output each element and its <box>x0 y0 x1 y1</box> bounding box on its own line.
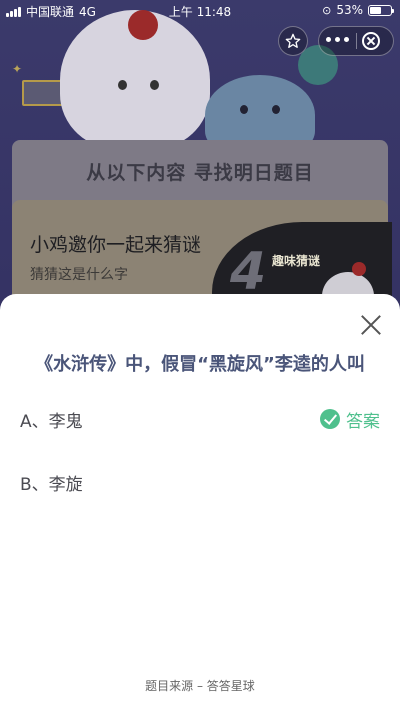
star-icon[interactable] <box>278 26 308 56</box>
close-circle-icon[interactable] <box>362 32 380 50</box>
card-subtitle: 猜猜这是什么字 <box>30 267 128 283</box>
mascot-eye-right <box>272 105 280 114</box>
option-b[interactable]: B、李旋 <box>20 462 380 502</box>
thumb-label: 趣味猜谜 <box>272 254 321 268</box>
thumb-glyph: 4 <box>230 242 267 302</box>
battery-icon <box>368 4 394 16</box>
option-a[interactable]: A、李鬼 答案 <box>20 399 380 439</box>
question-sheet: 《水浒传》中，假冒“黑旋风”李逵的人叫 A、李鬼 答案 B、李旋 题目来源 – … <box>0 294 400 711</box>
source-footer: 题目来源 – 答答星球 <box>145 679 255 693</box>
status-bar: 中国联通 4G 上午 11:48 ⊙ 53% <box>0 0 400 20</box>
orientation-lock-icon: ⊙ <box>322 3 332 17</box>
check-circle-icon <box>320 409 340 429</box>
card-title: 从以下内容 寻找明日题目 <box>86 162 314 184</box>
answer-label: 答案 <box>346 411 380 432</box>
thumb-chick-comb <box>352 262 366 276</box>
more-dots-icon[interactable] <box>326 37 349 42</box>
option-b-label: B、李旋 <box>20 474 83 495</box>
close-icon[interactable] <box>360 314 382 336</box>
chick-eye-right <box>150 80 159 90</box>
battery-percent: 53% <box>336 3 363 17</box>
answer-tag: 答案 <box>320 407 380 432</box>
mascot-eye-left <box>240 105 248 114</box>
capsule-divider <box>356 33 357 49</box>
option-a-label: A、李鬼 <box>20 411 83 432</box>
chick-eye-left <box>118 80 127 90</box>
card-heading: 小鸡邀你一起来猜谜 <box>30 234 202 256</box>
sparkle-icon: ✦ <box>12 62 23 76</box>
question-text: 《水浒传》中，假冒“黑旋风”李逵的人叫 <box>35 354 365 375</box>
